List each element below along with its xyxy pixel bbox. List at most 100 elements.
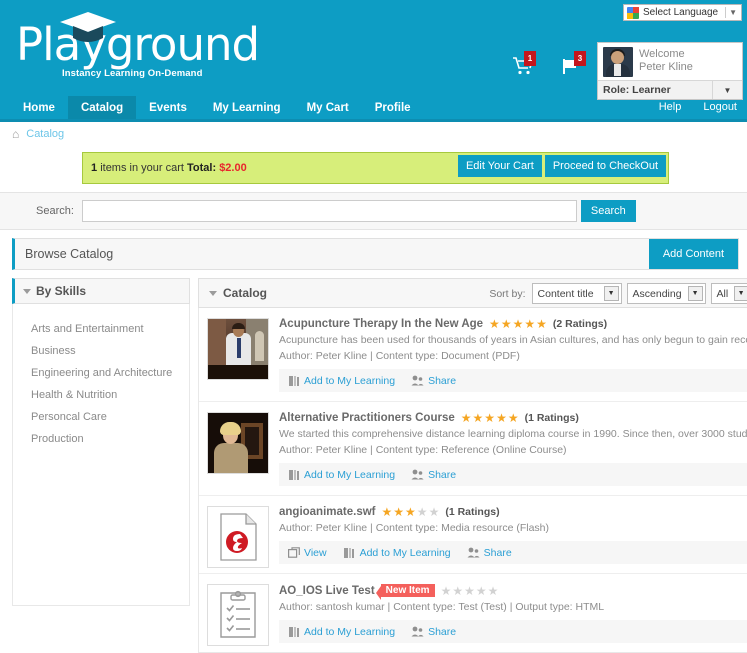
- view-button[interactable]: View: [287, 546, 327, 559]
- header-links: Help Logout: [659, 101, 737, 113]
- cart-badge-count: 1: [524, 51, 536, 66]
- doctor-photo-thumbnail: [207, 318, 269, 380]
- star-icon: ★: [381, 505, 393, 519]
- sidebar-item-engineering[interactable]: Engineering and Architecture: [13, 362, 189, 384]
- nav-item-my-cart[interactable]: My Cart: [294, 96, 362, 119]
- language-selector[interactable]: Select Language ▼: [623, 4, 742, 21]
- chevron-down-icon[interactable]: ▼: [687, 286, 703, 301]
- site-header: Select Language ▼ Playground Instancy Le…: [0, 0, 747, 113]
- sort-by-label: Sort by:: [489, 287, 526, 300]
- item-meta: Author: santosh kumar | Content type: Te…: [279, 601, 605, 613]
- share-people-icon: [411, 374, 424, 387]
- star-icon: ★: [464, 583, 475, 598]
- item-actions: Add to My Learning Share: [279, 369, 747, 392]
- add-to-my-learning-button[interactable]: Add to My Learning: [287, 625, 395, 638]
- catalog-item[interactable]: AO_IOS Live Test New Item ★ ★ ★ ★ ★ Auth…: [199, 574, 747, 652]
- triangle-collapse-icon[interactable]: [209, 290, 217, 296]
- sort-filter-select[interactable]: All ▼: [710, 283, 747, 304]
- action-label: Add to My Learning: [304, 374, 396, 387]
- nav-item-home[interactable]: Home: [10, 96, 68, 119]
- sidebar-title: By Skills: [36, 284, 87, 298]
- sort-field-select[interactable]: Content title ▼: [531, 283, 622, 304]
- search-button[interactable]: Search: [580, 200, 636, 222]
- nav-item-my-learning[interactable]: My Learning: [200, 96, 294, 119]
- star-icon: ★: [489, 317, 500, 331]
- catalog-item[interactable]: Acupuncture Therapy In the New Age ★ ★ ★…: [199, 308, 747, 402]
- action-label: Add to My Learning: [304, 468, 396, 481]
- chevron-down-icon[interactable]: ▼: [712, 81, 742, 99]
- user-profile-box[interactable]: Welcome Peter Kline Role: Learner ▼: [597, 42, 743, 100]
- star-rating[interactable]: ★ ★ ★ ★ ★: [441, 585, 499, 597]
- triangle-collapse-icon[interactable]: [23, 288, 31, 294]
- sidebar-item-personal-care[interactable]: Personcal Care: [13, 406, 189, 428]
- share-button[interactable]: Share: [467, 546, 512, 559]
- item-thumbnail[interactable]: [207, 506, 269, 568]
- add-to-my-learning-button[interactable]: Add to My Learning: [343, 546, 451, 559]
- sort-controls: Sort by: Content title ▼ Ascending ▼ All…: [489, 283, 747, 304]
- item-thumbnail[interactable]: [207, 318, 269, 380]
- welcome-label: Welcome: [639, 48, 685, 60]
- sidebar-header[interactable]: By Skills: [12, 278, 190, 304]
- star-rating[interactable]: ★ ★ ★ ★ ★: [461, 412, 519, 424]
- flag-icon[interactable]: 3: [562, 51, 586, 78]
- star-icon: ★: [500, 317, 512, 331]
- catalog-item[interactable]: angioanimate.swf ★ ★ ★ ★ ★ (1 Ratings) A…: [199, 496, 747, 574]
- action-label: Share: [428, 374, 457, 387]
- flash-file-icon: [207, 506, 269, 568]
- sort-order-select[interactable]: Ascending ▼: [626, 283, 706, 304]
- language-selector-label: Select Language: [643, 7, 719, 18]
- chevron-down-icon[interactable]: ▼: [733, 286, 747, 301]
- breadcrumb-current[interactable]: Catalog: [26, 128, 64, 140]
- item-title[interactable]: angioanimate.swf: [279, 506, 376, 518]
- chevron-down-icon[interactable]: ▼: [729, 8, 739, 17]
- home-icon[interactable]: ⌂: [12, 128, 19, 140]
- site-logo[interactable]: Playground Instancy Learning On-Demand: [16, 8, 260, 79]
- add-content-button[interactable]: Add Content: [648, 239, 738, 269]
- add-to-my-learning-button[interactable]: Add to My Learning: [287, 468, 395, 481]
- catalog-item[interactable]: Alternative Practitioners Course ★ ★ ★ ★…: [199, 402, 747, 496]
- nav-item-events[interactable]: Events: [136, 96, 200, 119]
- add-to-my-learning-button[interactable]: Add to My Learning: [287, 374, 395, 387]
- star-icon: ★: [512, 317, 524, 331]
- help-link[interactable]: Help: [659, 101, 682, 113]
- star-icon: ★: [416, 505, 428, 519]
- chevron-down-icon[interactable]: ▼: [603, 286, 619, 301]
- item-title[interactable]: Alternative Practitioners Course: [279, 412, 455, 424]
- shopping-cart-icon[interactable]: 1: [512, 51, 536, 78]
- logout-link[interactable]: Logout: [703, 101, 737, 113]
- edit-cart-button[interactable]: Edit Your Cart: [457, 155, 542, 177]
- item-title[interactable]: AO_IOS Live Test: [279, 585, 375, 597]
- star-rating[interactable]: ★ ★ ★ ★ ★: [382, 506, 440, 518]
- star-icon: ★: [393, 505, 405, 519]
- item-thumbnail[interactable]: [207, 412, 269, 474]
- browse-catalog-bar: Browse Catalog Add Content: [12, 238, 739, 270]
- sidebar-item-production[interactable]: Production: [13, 428, 189, 450]
- nav-item-profile[interactable]: Profile: [362, 96, 424, 119]
- woman-photo-thumbnail: [207, 412, 269, 474]
- share-button[interactable]: Share: [411, 625, 456, 638]
- action-label: Share: [428, 625, 457, 638]
- sidebar-item-business[interactable]: Business: [13, 340, 189, 362]
- star-icon: ★: [484, 411, 496, 425]
- rating-count: (2 Ratings): [552, 318, 608, 330]
- share-button[interactable]: Share: [411, 468, 456, 481]
- add-to-learning-icon: [287, 625, 300, 638]
- breadcrumb: ⌂ Catalog: [0, 122, 747, 146]
- item-thumbnail[interactable]: [207, 584, 269, 646]
- search-input[interactable]: [81, 200, 577, 222]
- sidebar-item-arts[interactable]: Arts and Entertainment: [13, 318, 189, 340]
- star-icon: ★: [487, 583, 499, 598]
- user-role-row[interactable]: Role: Learner ▼: [598, 80, 742, 99]
- cart-notification-bar: 1 items in your cart Total: $2.00 Edit Y…: [82, 152, 669, 184]
- cart-total-value: $2.00: [219, 162, 247, 174]
- item-title[interactable]: Acupuncture Therapy In the New Age: [279, 318, 483, 330]
- proceed-checkout-button[interactable]: Proceed to CheckOut: [544, 155, 666, 177]
- nav-item-catalog[interactable]: Catalog: [67, 96, 137, 119]
- item-description-text: Acupuncture has been used for thousands …: [279, 334, 747, 346]
- share-people-icon: [467, 546, 480, 559]
- share-button[interactable]: Share: [411, 374, 456, 387]
- sidebar-item-health[interactable]: Health & Nutrition: [13, 384, 189, 406]
- sidebar: By Skills Arts and Entertainment Busines…: [12, 278, 190, 653]
- star-rating[interactable]: ★ ★ ★ ★ ★: [489, 318, 547, 330]
- add-to-learning-icon: [287, 468, 300, 481]
